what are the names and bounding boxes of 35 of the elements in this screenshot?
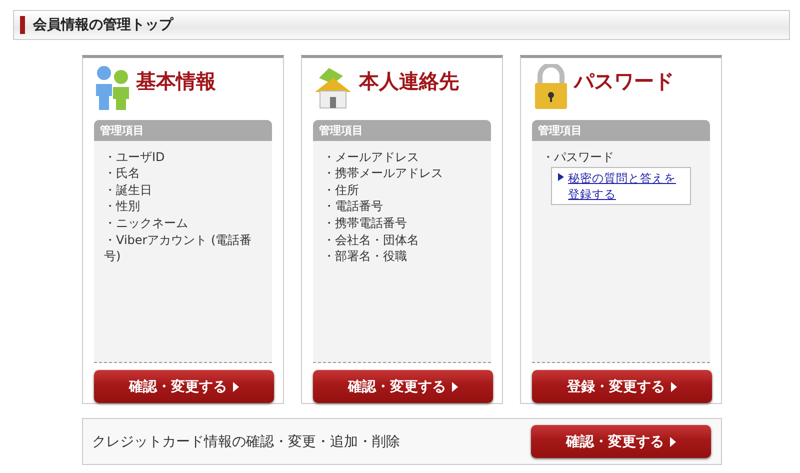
list-item: ・携帯電話番号	[323, 215, 407, 232]
caret-icon	[233, 382, 239, 392]
section-label: 管理項目	[532, 120, 710, 141]
section-label: 管理項目	[94, 120, 272, 141]
caret-icon	[670, 436, 676, 446]
action-button[interactable]: 登録・変更する	[532, 370, 712, 403]
card-title: パスワード	[574, 68, 674, 95]
page-title: 会員情報の管理トップ	[33, 16, 173, 34]
caret-icon	[452, 382, 458, 392]
list-item: ・パスワード	[542, 148, 614, 166]
list-item: ・ユーザID	[104, 148, 165, 166]
action-button[interactable]: 確認・変更する	[313, 370, 493, 403]
list-item: ・携帯メールアドレス	[323, 165, 443, 182]
secret-question-link[interactable]: 秘密の質問と答えを登録する	[568, 170, 686, 202]
card-title: 基本情報	[136, 68, 216, 95]
section-label: 管理項目	[313, 120, 491, 141]
action-button[interactable]: 確認・変更する	[94, 370, 274, 403]
list-item: ・メールアドレス	[323, 148, 419, 166]
credit-card-text: クレジットカード情報の確認・変更・追加・削除	[92, 432, 400, 450]
list-item: ・性別	[104, 198, 140, 215]
list-item: ・住所	[323, 182, 359, 198]
triangle-icon	[558, 173, 564, 182]
action-button[interactable]: 確認・変更する	[531, 425, 711, 458]
list-item: ・部署名・役職	[323, 248, 407, 265]
list-item: ・電話番号	[323, 198, 383, 215]
lock-icon	[532, 64, 570, 110]
list-item: ・氏名	[104, 165, 140, 182]
people-icon	[94, 64, 132, 110]
caret-icon	[671, 382, 677, 392]
header-accent	[20, 16, 25, 34]
list-item: ・会社名・団体名	[323, 232, 419, 248]
list-item: ・Viberアカウント (電話番号)	[104, 232, 253, 265]
card-title: 本人連絡先	[359, 68, 459, 95]
list-item: ・誕生日	[104, 182, 152, 198]
list-item: ・ニックネーム	[104, 215, 188, 232]
